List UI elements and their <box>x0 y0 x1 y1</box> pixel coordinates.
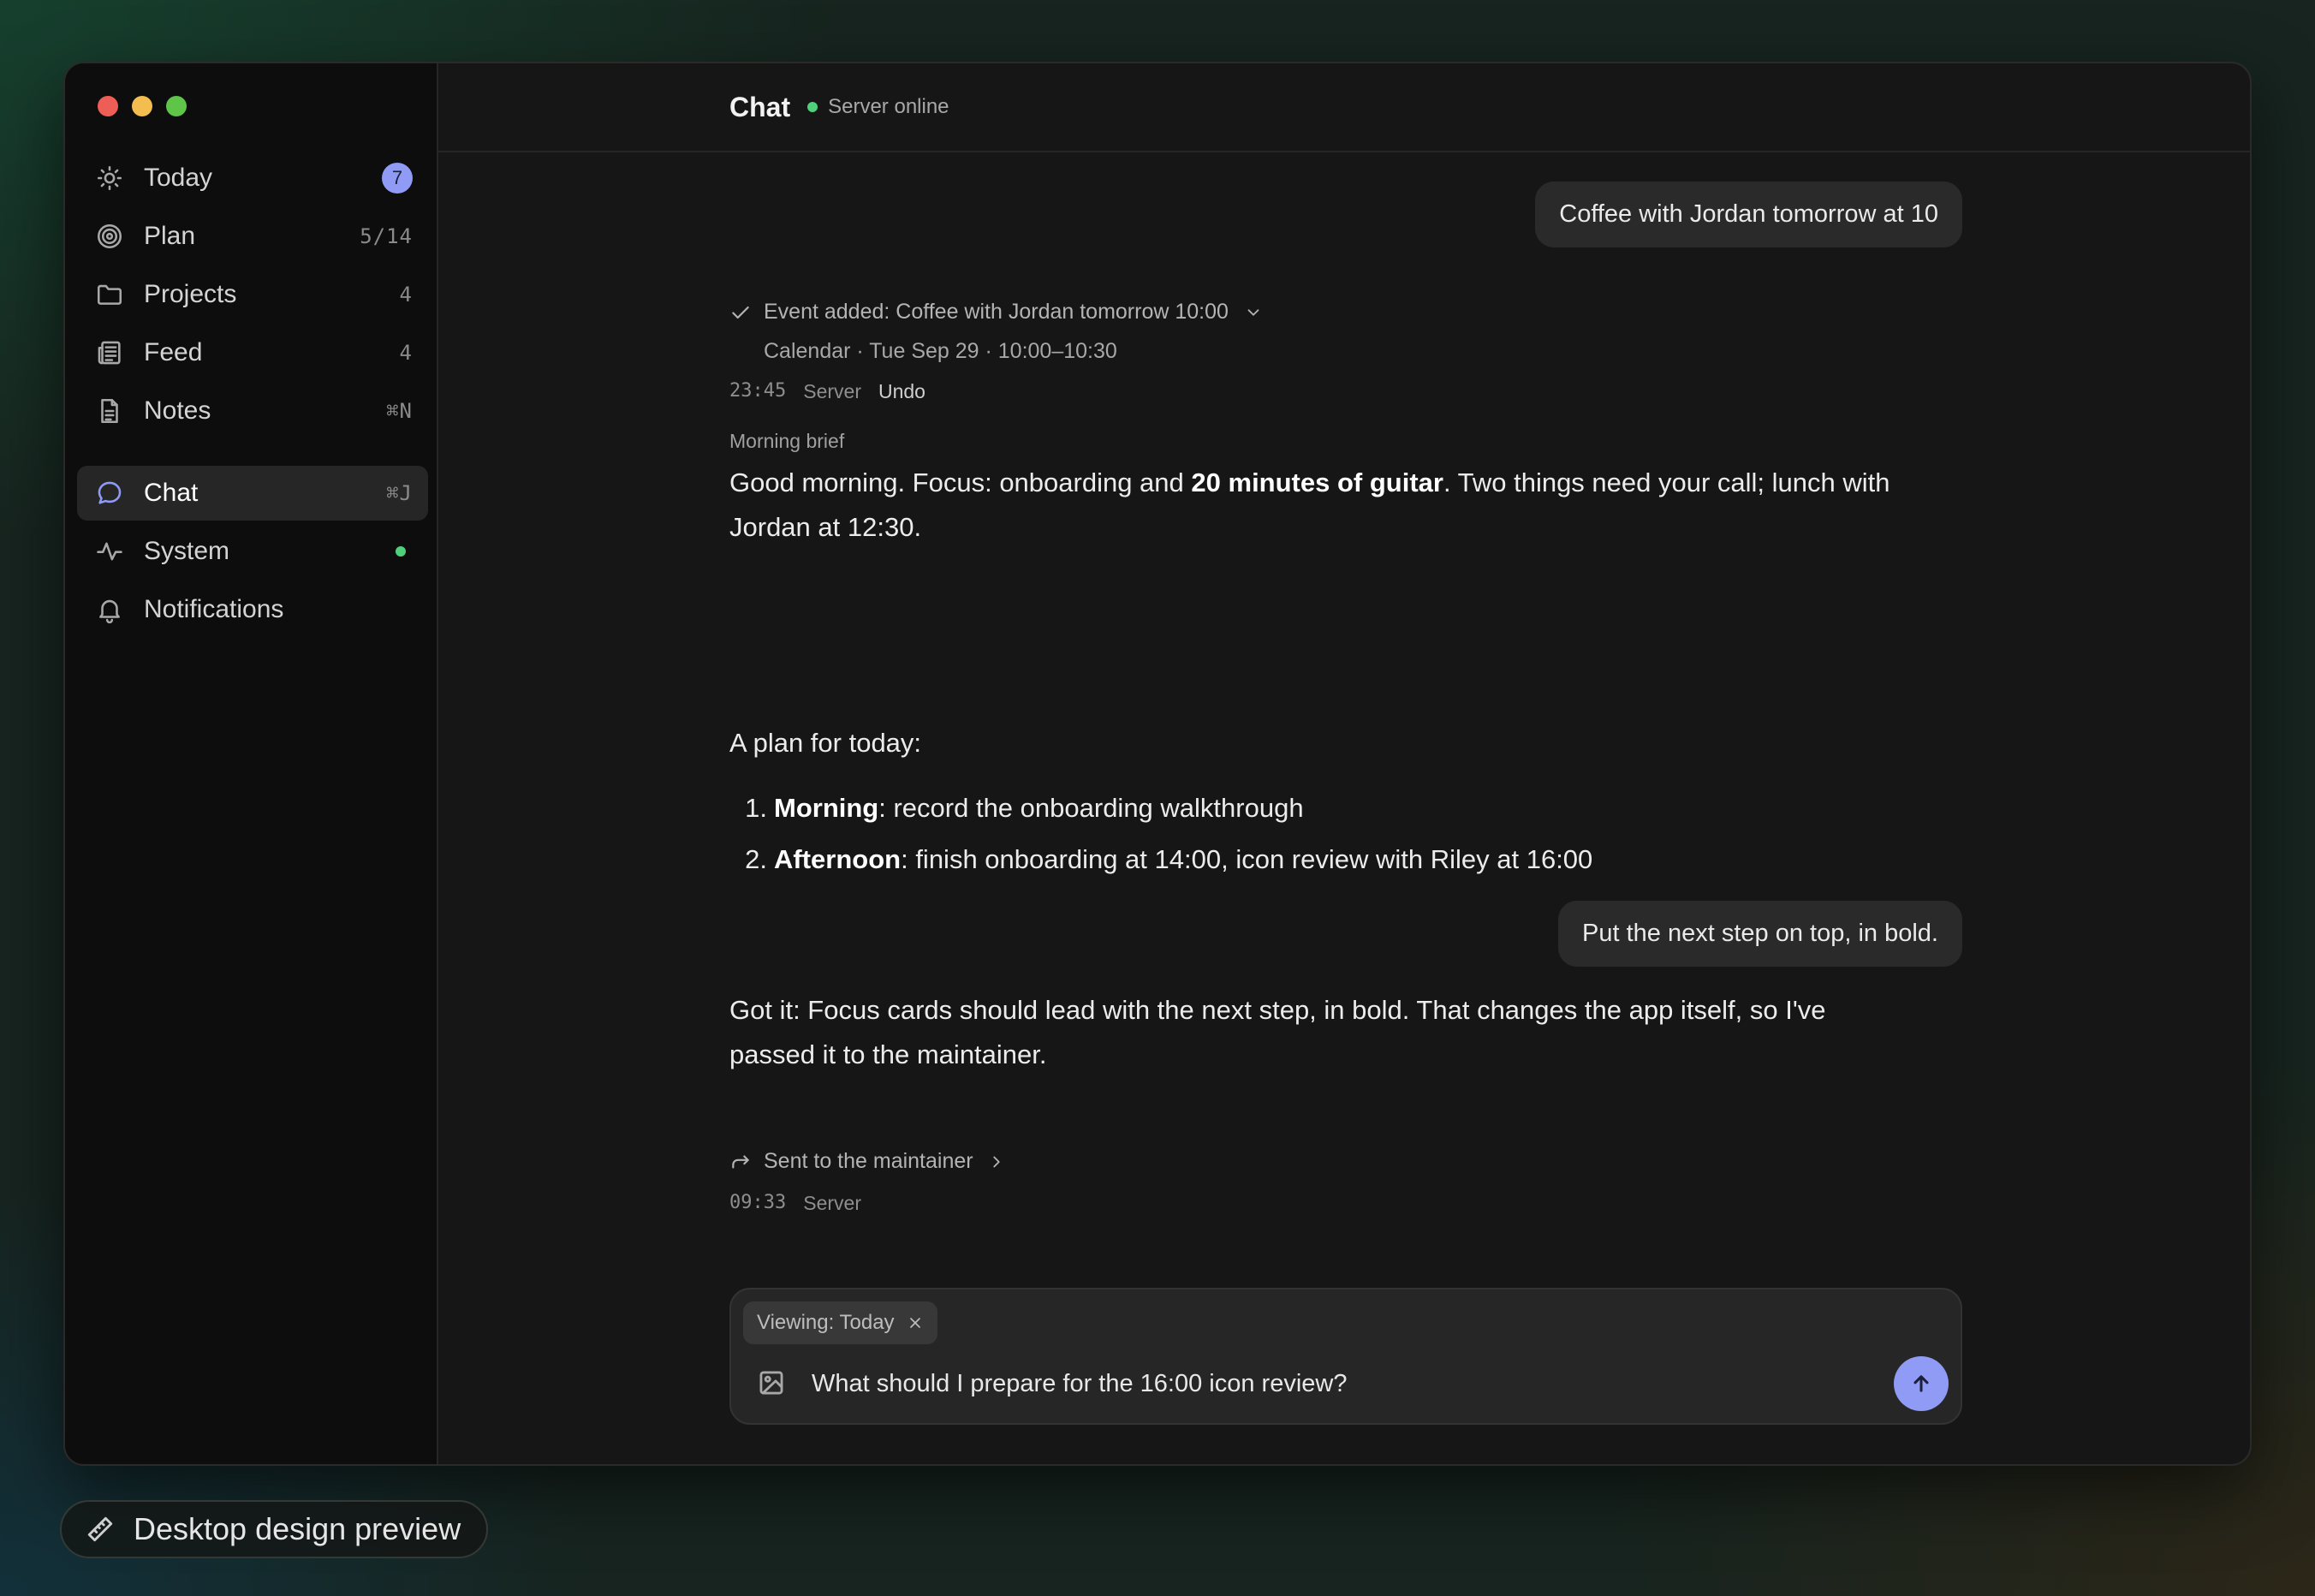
plan-progress: 5/14 <box>360 224 413 248</box>
feed-count: 4 <box>399 341 413 365</box>
sidebar-item-notifications[interactable]: Notifications <box>77 582 428 637</box>
design-preview-badge: Desktop design preview <box>60 1500 489 1558</box>
message-time: 09:33 <box>729 1192 787 1213</box>
message-source: Server <box>803 1192 861 1214</box>
message-source: Server <box>803 380 861 402</box>
today-count-badge: 7 <box>382 163 413 194</box>
event-added-toggle[interactable]: Event added: Coffee with Jordan tomorrow… <box>729 300 1263 325</box>
list-number: 1. <box>745 793 767 823</box>
context-chip-label: Viewing: Today <box>757 1311 895 1334</box>
activity-icon <box>94 536 125 567</box>
brief-text: Good morning. Focus: onboarding and <box>729 467 1192 497</box>
newspaper-icon <box>94 337 125 368</box>
context-chip[interactable]: Viewing: Today <box>743 1301 937 1344</box>
sidebar-item-feed[interactable]: Feed 4 <box>77 325 428 380</box>
undo-button[interactable]: Undo <box>878 380 925 403</box>
message-list[interactable]: Coffee with Jordan tomorrow at 10 Event … <box>438 63 2250 1464</box>
event-detail: Calendar · Tue Sep 29 · 10:00–10:30 <box>764 339 1117 363</box>
list-item-bold: Afternoon <box>774 844 902 874</box>
send-button[interactable] <box>1894 1356 1949 1411</box>
preview-label: Desktop design preview <box>134 1511 461 1546</box>
sidebar-item-today[interactable]: Today 7 <box>77 151 428 205</box>
app-window: Today 7 Plan 5/14 Projects 4 Feed 4 Note… <box>63 62 2252 1466</box>
sidebar-item-chat[interactable]: Chat ⌘J <box>77 466 428 521</box>
sidebar-item-label: Chat <box>144 479 199 507</box>
arrow-up-icon <box>1913 1375 1929 1392</box>
chevron-down-icon <box>1247 308 1259 316</box>
chat-pane: Chat Server online Coffee with Jordan to… <box>438 63 2250 1464</box>
brief-paragraph: Good morning. Focus: onboarding and 20 m… <box>729 461 1911 550</box>
sidebar-item-label: Today <box>144 164 213 192</box>
sidebar-item-plan[interactable]: Plan 5/14 <box>77 209 428 264</box>
list-item-bold: Morning <box>774 793 879 823</box>
forward-arrow-icon <box>732 1154 749 1169</box>
sidebar-nav: Today 7 Plan 5/14 Projects 4 Feed 4 Note… <box>77 151 428 640</box>
sidebar-item-notes[interactable]: Notes ⌘N <box>77 384 428 438</box>
list-item-text: : finish onboarding at 14:00, icon revie… <box>901 844 1593 874</box>
handoff-meta: 09:33 Server <box>729 1192 861 1215</box>
minimize-window-button[interactable] <box>132 96 152 116</box>
user-message: Coffee with Jordan tomorrow at 10 <box>1535 182 1962 247</box>
message-composer: Viewing: Today <box>729 1288 1962 1425</box>
list-item: 1. Morning: record the onboarding walkth… <box>729 783 1962 834</box>
plan-list: 1. Morning: record the onboarding walkth… <box>729 783 1962 885</box>
sidebar-item-label: Feed <box>144 338 203 366</box>
handoff-link[interactable]: Sent to the maintainer <box>729 1149 1006 1174</box>
window-controls <box>98 96 187 116</box>
chat-shortcut: ⌘J <box>386 481 413 505</box>
message-input[interactable] <box>812 1365 1805 1402</box>
assistant-reply: Got it: Focus cards should lead with the… <box>729 995 1826 1069</box>
sidebar-item-label: Projects <box>144 280 237 308</box>
list-item: 2. Afternoon: finish onboarding at 14:00… <box>729 834 1962 885</box>
sidebar-item-system[interactable]: System <box>77 524 428 579</box>
brief-bold: 20 minutes of guitar <box>1191 467 1443 497</box>
image-icon <box>759 1371 783 1395</box>
target-icon <box>94 221 125 252</box>
sidebar-item-label: Notifications <box>144 595 284 623</box>
sidebar-item-label: System <box>144 537 230 565</box>
attach-image-button[interactable] <box>757 1368 786 1402</box>
brief-label: Morning brief <box>729 430 845 452</box>
folder-icon <box>94 279 125 310</box>
chat-bubble-icon <box>94 478 125 509</box>
projects-count: 4 <box>399 283 413 307</box>
sidebar-item-label: Plan <box>144 222 196 250</box>
system-status-dot <box>396 546 406 557</box>
close-icon[interactable] <box>907 1314 924 1331</box>
sidebar-item-label: Notes <box>144 396 211 425</box>
handoff-title: Sent to the maintainer <box>764 1149 973 1173</box>
list-item-text: : record the onboarding walkthrough <box>878 793 1304 823</box>
sun-icon <box>94 163 125 194</box>
bell-icon <box>94 594 125 625</box>
user-message: Put the next step on top, in bold. <box>1558 901 1962 967</box>
sidebar-item-projects[interactable]: Projects 4 <box>77 267 428 322</box>
maximize-window-button[interactable] <box>166 96 187 116</box>
plan-intro: A plan for today: <box>729 728 922 758</box>
list-number: 2. <box>745 844 767 874</box>
message-time: 23:45 <box>729 380 787 402</box>
sidebar: Today 7 Plan 5/14 Projects 4 Feed 4 Note… <box>65 63 438 1464</box>
document-icon <box>94 396 125 426</box>
close-window-button[interactable] <box>98 96 118 116</box>
ruler-icon <box>87 1516 113 1542</box>
event-meta: 23:45 Server Undo <box>729 380 925 403</box>
notes-shortcut: ⌘N <box>386 399 413 423</box>
event-title: Event added: Coffee with Jordan tomorrow… <box>764 300 1229 324</box>
check-icon <box>732 306 749 319</box>
chevron-right-icon <box>992 1156 1000 1167</box>
